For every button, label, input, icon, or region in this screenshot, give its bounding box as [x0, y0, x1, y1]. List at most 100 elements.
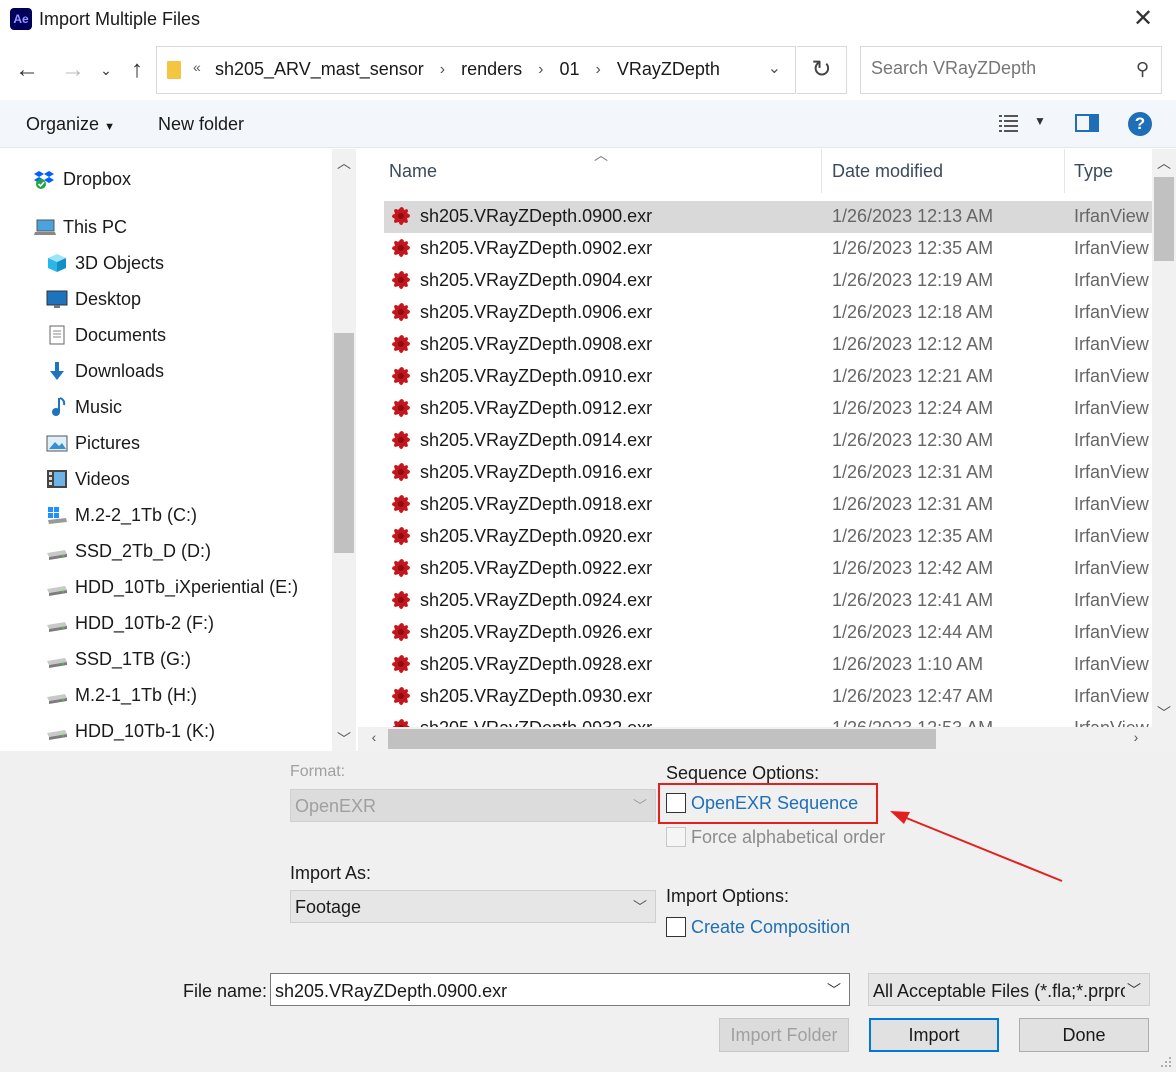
file-row[interactable]: sh205.VRayZDepth.0918.exr 1/26/2023 12:31…	[384, 489, 1152, 521]
sidebar-item[interactable]: Music	[46, 389, 358, 425]
new-folder-button[interactable]: New folder	[158, 114, 244, 135]
sidebar-item[interactable]: HDD_10Tb_iXperiential (E:)	[46, 569, 358, 605]
scroll-right-icon[interactable]: ›	[1124, 729, 1148, 745]
navigation-scrollbar[interactable]: ︿ ﹀	[332, 149, 356, 751]
search-box[interactable]: ⚲	[860, 46, 1162, 94]
preview-pane-icon[interactable]	[1075, 114, 1099, 132]
create-composition-label[interactable]: Create Composition	[691, 917, 850, 938]
forward-arrow-icon[interactable]: →	[58, 54, 88, 86]
scroll-left-icon[interactable]: ‹	[362, 729, 386, 745]
refresh-button[interactable]: ↻	[797, 46, 847, 94]
folder-icon	[167, 61, 181, 79]
file-type: IrfanView	[1074, 558, 1149, 578]
file-row[interactable]: sh205.VRayZDepth.0930.exr 1/26/2023 12:47…	[384, 681, 1152, 713]
desktop-icon	[46, 289, 68, 309]
close-button[interactable]: ✕	[1130, 6, 1156, 32]
scrollbar-thumb[interactable]	[1154, 177, 1174, 261]
help-icon[interactable]: ?	[1128, 112, 1152, 136]
sidebar-item[interactable]: HDD_10Tb-1 (K:)	[46, 713, 358, 749]
sidebar-item[interactable]: This PC	[34, 209, 358, 245]
organize-button[interactable]: Organize ▼	[26, 114, 115, 135]
file-list-horizontal-scrollbar[interactable]: ‹ ›	[358, 727, 1152, 751]
sidebar-item-label: SSD_2Tb_D (D:)	[75, 540, 212, 561]
file-row[interactable]: sh205.VRayZDepth.0920.exr 1/26/2023 12:35…	[384, 521, 1152, 553]
sidebar-item[interactable]: SSD_1TB (G:)	[46, 641, 358, 677]
sidebar-item[interactable]: Documents	[46, 317, 358, 353]
sidebar-item[interactable]: M.2-2_1Tb (C:)	[46, 497, 358, 533]
file-row[interactable]: sh205.VRayZDepth.0908.exr 1/26/2023 12:12…	[384, 329, 1152, 361]
file-row[interactable]: sh205.VRayZDepth.0926.exr 1/26/2023 12:44…	[384, 617, 1152, 649]
file-type-filter-select[interactable]: All Acceptable Files (*.fla;*.prproj;*.a…	[868, 973, 1150, 1006]
file-row[interactable]: sh205.VRayZDepth.0910.exr 1/26/2023 12:21…	[384, 361, 1152, 393]
sidebar-item[interactable]: Downloads	[46, 353, 358, 389]
file-row[interactable]: sh205.VRayZDepth.0902.exr 1/26/2023 12:35…	[384, 233, 1152, 265]
import-as-select[interactable]: Footage ﹀	[290, 890, 656, 923]
sidebar-item[interactable]: Desktop	[46, 281, 358, 317]
back-arrow-icon[interactable]: ←	[12, 54, 42, 86]
breadcrumb-separator-icon[interactable]: ›	[596, 61, 601, 79]
sidebar-item[interactable]: Videos	[46, 461, 358, 497]
chevron-down-icon[interactable]: ﹀	[827, 980, 841, 1000]
breadcrumb-item[interactable]: sh205_ARV_mast_sensor	[215, 59, 424, 80]
file-row[interactable]: sh205.VRayZDepth.0924.exr 1/26/2023 12:41…	[384, 585, 1152, 617]
sidebar-item-label: HDD_10Tb-2 (F:)	[75, 612, 215, 633]
done-button[interactable]: Done	[1019, 1018, 1149, 1052]
sidebar-item[interactable]: Pictures	[46, 425, 358, 461]
import-folder-button[interactable]: Import Folder	[719, 1018, 849, 1052]
file-name: sh205.VRayZDepth.0924.exr	[420, 590, 653, 610]
search-input[interactable]	[871, 58, 1121, 79]
breadcrumb-item[interactable]: 01	[559, 59, 579, 80]
column-header-name[interactable]: Name	[389, 161, 437, 182]
breadcrumb-separator-icon[interactable]: ›	[440, 61, 445, 79]
import-button[interactable]: Import	[869, 1018, 999, 1052]
sidebar-item[interactable]: SSD_2Tb_D (D:)	[46, 533, 358, 569]
sidebar-item[interactable]: 3D Objects	[46, 245, 358, 281]
address-bar[interactable]: « sh205_ARV_mast_sensor › renders › 01 ›…	[156, 46, 796, 94]
scroll-down-icon[interactable]: ﹀	[1152, 703, 1176, 723]
file-row[interactable]: sh205.VRayZDepth.0904.exr 1/26/2023 12:19…	[384, 265, 1152, 297]
sidebar-item[interactable]: M.2-1_1Tb (H:)	[46, 677, 358, 713]
pictures-icon	[46, 433, 68, 453]
openexr-sequence-checkbox[interactable]	[666, 793, 686, 813]
column-header-type[interactable]: Type	[1074, 161, 1113, 182]
column-divider[interactable]	[821, 149, 822, 193]
breadcrumb-separator-icon[interactable]: ›	[538, 61, 543, 79]
file-row[interactable]: sh205.VRayZDepth.0906.exr 1/26/2023 12:18…	[384, 297, 1152, 329]
sidebar-item[interactable]: HDD_10Tb-2 (F:)	[46, 605, 358, 641]
file-row[interactable]: sh205.VRayZDepth.0922.exr 1/26/2023 12:42…	[384, 553, 1152, 585]
create-composition-checkbox[interactable]	[666, 917, 686, 937]
breadcrumb-item[interactable]: renders	[461, 59, 522, 80]
resize-grip-icon[interactable]	[1158, 1054, 1172, 1068]
format-select[interactable]: OpenEXR ﹀	[290, 789, 656, 822]
search-icon[interactable]: ⚲	[1136, 59, 1149, 80]
scroll-up-icon[interactable]: ︿	[1152, 153, 1176, 173]
openexr-sequence-label[interactable]: OpenEXR Sequence	[691, 793, 858, 814]
sidebar-item-label: HDD_10Tb_iXperiential (E:)	[75, 576, 299, 597]
file-row[interactable]: sh205.VRayZDepth.0912.exr 1/26/2023 12:24…	[384, 393, 1152, 425]
column-divider[interactable]	[1064, 149, 1065, 193]
up-arrow-icon[interactable]: ↑	[124, 54, 150, 86]
file-list-vertical-scrollbar[interactable]: ︿ ﹀	[1152, 149, 1176, 727]
file-row[interactable]: sh205.VRayZDepth.0916.exr 1/26/2023 12:31…	[384, 457, 1152, 489]
column-header-date-modified[interactable]: Date modified	[832, 161, 943, 182]
breadcrumb-overflow-icon[interactable]: «	[193, 59, 201, 75]
downloads-icon	[46, 361, 68, 381]
file-row[interactable]: sh205.VRayZDepth.0928.exr 1/26/2023 1:10 …	[384, 649, 1152, 681]
sidebar-item[interactable]: Dropbox	[34, 161, 358, 197]
file-name: sh205.VRayZDepth.0930.exr	[420, 686, 653, 706]
breadcrumb-item[interactable]: VRayZDepth	[617, 59, 720, 80]
view-details-icon[interactable]	[998, 113, 1020, 133]
scrollbar-thumb[interactable]	[388, 729, 936, 749]
scrollbar-thumb[interactable]	[334, 333, 354, 553]
recent-locations-chevron-icon[interactable]: ⌄	[98, 54, 114, 86]
documents-icon	[46, 325, 68, 345]
file-date-modified: 1/26/2023 12:18 AM	[832, 302, 994, 322]
force-alphabetical-checkbox[interactable]	[666, 827, 686, 847]
address-history-chevron-icon[interactable]: ⌄	[768, 58, 781, 78]
scroll-down-icon[interactable]: ﹀	[332, 729, 356, 749]
file-name-input[interactable]: sh205.VRayZDepth.0900.exr ﹀	[270, 973, 850, 1006]
scroll-up-icon[interactable]: ︿	[332, 153, 356, 173]
file-row[interactable]: sh205.VRayZDepth.0914.exr 1/26/2023 12:30…	[384, 425, 1152, 457]
file-row[interactable]: sh205.VRayZDepth.0900.exr 1/26/2023 12:13…	[384, 201, 1152, 233]
views-dropdown-icon[interactable]: ▼	[1034, 114, 1046, 128]
